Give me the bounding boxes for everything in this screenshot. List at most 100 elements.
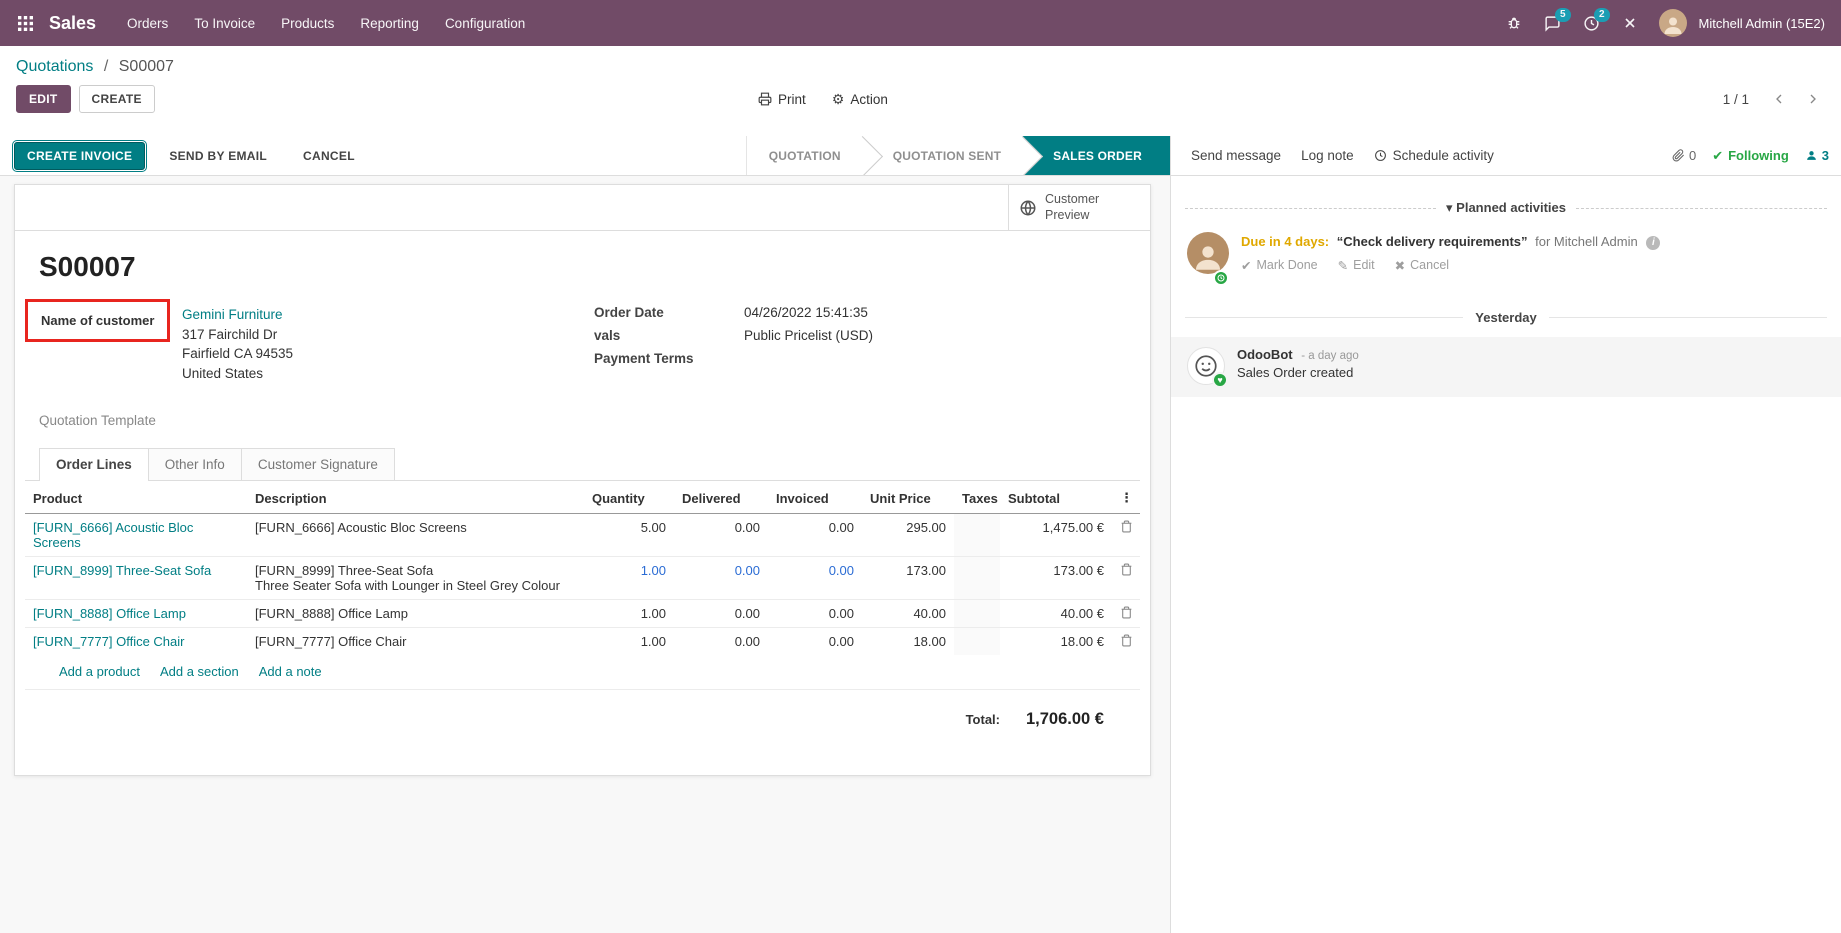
cancel-order-button[interactable]: CANCEL bbox=[291, 143, 367, 169]
status-row: CREATE INVOICE SEND BY EMAIL CANCEL QUOT… bbox=[0, 136, 1841, 176]
menu-reporting[interactable]: Reporting bbox=[347, 3, 432, 44]
customer-link[interactable]: Gemini Furniture bbox=[182, 307, 283, 322]
col-delivered[interactable]: Delivered bbox=[674, 483, 768, 514]
state-quotation[interactable]: QUOTATION bbox=[747, 136, 863, 175]
delete-line-icon[interactable] bbox=[1112, 557, 1140, 600]
menu-to-invoice[interactable]: To Invoice bbox=[181, 3, 268, 44]
action-button[interactable]: ⚙ Action bbox=[832, 91, 888, 108]
create-button[interactable]: CREATE bbox=[79, 85, 155, 113]
delete-line-icon[interactable] bbox=[1112, 600, 1140, 628]
planned-activities-toggle[interactable]: ▾ Planned activities bbox=[1446, 200, 1566, 216]
col-invoiced[interactable]: Invoiced bbox=[768, 483, 862, 514]
heart-badge-icon: ♥ bbox=[1212, 372, 1228, 388]
tab-customer-signature[interactable]: Customer Signature bbox=[241, 448, 395, 480]
line-quantity: 1.00 bbox=[584, 557, 674, 600]
tab-order-lines[interactable]: Order Lines bbox=[39, 448, 149, 480]
pricelist-value[interactable]: Public Pricelist (USD) bbox=[744, 328, 873, 343]
col-taxes[interactable]: Taxes bbox=[954, 483, 1000, 514]
tab-other-info[interactable]: Other Info bbox=[148, 448, 242, 480]
col-description[interactable]: Description bbox=[247, 483, 584, 514]
delete-line-icon[interactable] bbox=[1112, 514, 1140, 557]
add-section-link[interactable]: Add a section bbox=[160, 664, 239, 679]
bug-icon[interactable] bbox=[1497, 7, 1531, 39]
activities-badge: 2 bbox=[1594, 8, 1610, 22]
messages-icon[interactable]: 5 bbox=[1535, 7, 1570, 40]
line-subtotal: 173.00 € bbox=[1000, 557, 1112, 600]
globe-icon bbox=[1019, 199, 1037, 217]
check-icon: ✔ bbox=[1241, 258, 1251, 273]
state-sales-order[interactable]: SALES ORDER bbox=[1023, 136, 1170, 175]
print-button[interactable]: Print bbox=[758, 92, 806, 107]
chatter-topbar-right: 0 ✔ Following 3 bbox=[1672, 148, 1829, 164]
print-label: Print bbox=[778, 92, 806, 107]
edit-activity-button[interactable]: ✎Edit bbox=[1338, 258, 1375, 273]
state-quotation-sent[interactable]: QUOTATION SENT bbox=[863, 136, 1023, 175]
product-link[interactable]: [FURN_8999] Three-Seat Sofa bbox=[33, 563, 211, 578]
product-link[interactable]: [FURN_7777] Office Chair bbox=[33, 634, 185, 649]
date-divider-label: Yesterday bbox=[1475, 310, 1536, 325]
optional-columns-icon[interactable]: ⋮ bbox=[1112, 483, 1140, 514]
create-invoice-button[interactable]: CREATE INVOICE bbox=[14, 142, 145, 170]
delete-line-icon[interactable] bbox=[1112, 628, 1140, 656]
menu-configuration[interactable]: Configuration bbox=[432, 3, 538, 44]
cancel-activity-button[interactable]: ✖Cancel bbox=[1395, 258, 1449, 273]
navbar-right: 5 2 Mitchell Admin (15E2) bbox=[1497, 7, 1829, 40]
menu-orders[interactable]: Orders bbox=[114, 3, 181, 44]
col-quantity[interactable]: Quantity bbox=[584, 483, 674, 514]
pager: 1 / 1 bbox=[1723, 87, 1825, 111]
total-row: Total: 1,706.00 € bbox=[25, 690, 1140, 729]
product-link[interactable]: [FURN_6666] Acoustic Bloc Screens bbox=[33, 520, 193, 550]
main-area: Customer Preview S00007 Name of customer… bbox=[0, 176, 1841, 933]
followers-button[interactable]: 3 bbox=[1805, 148, 1829, 163]
log-note-button[interactable]: Log note bbox=[1293, 142, 1362, 169]
add-note-link[interactable]: Add a note bbox=[259, 664, 322, 679]
app-menus: Orders To Invoice Products Reporting Con… bbox=[114, 3, 538, 44]
send-by-email-button[interactable]: SEND BY EMAIL bbox=[157, 143, 279, 169]
pager-prev-icon[interactable] bbox=[1767, 87, 1791, 111]
col-unit-price[interactable]: Unit Price bbox=[862, 483, 954, 514]
add-product-link[interactable]: Add a product bbox=[59, 664, 140, 679]
table-row[interactable]: [FURN_8999] Three-Seat Sofa [FURN_8999] … bbox=[25, 557, 1140, 600]
breadcrumb-quotations-link[interactable]: Quotations bbox=[16, 58, 93, 75]
apps-grid-icon[interactable] bbox=[12, 10, 39, 37]
schedule-activity-button[interactable]: Schedule activity bbox=[1366, 142, 1502, 169]
menu-products[interactable]: Products bbox=[268, 3, 347, 44]
edit-button[interactable]: EDIT bbox=[16, 85, 71, 113]
user-avatar[interactable] bbox=[1659, 9, 1687, 37]
send-message-button[interactable]: Send message bbox=[1183, 142, 1289, 169]
line-invoiced: 0.00 bbox=[768, 600, 862, 628]
fields-column: Order Date 04/26/2022 15:41:35 vals Publ… bbox=[594, 305, 873, 374]
line-description: [FURN_7777] Office Chair bbox=[255, 634, 576, 649]
info-icon[interactable]: i bbox=[1646, 236, 1660, 250]
activity-type-badge-icon bbox=[1213, 270, 1229, 286]
user-name[interactable]: Mitchell Admin (15E2) bbox=[1699, 16, 1825, 31]
table-row[interactable]: [FURN_8888] Office Lamp [FURN_8888] Offi… bbox=[25, 600, 1140, 628]
pager-next-icon[interactable] bbox=[1801, 87, 1825, 111]
action-label: Action bbox=[850, 92, 888, 107]
customer-preview-button[interactable]: Customer Preview bbox=[1008, 185, 1150, 230]
table-row[interactable]: [FURN_6666] Acoustic Bloc Screens [FURN_… bbox=[25, 514, 1140, 557]
top-navbar: Sales Orders To Invoice Products Reporti… bbox=[0, 0, 1841, 46]
following-button[interactable]: ✔ Following bbox=[1712, 148, 1789, 164]
line-subtotal: 40.00 € bbox=[1000, 600, 1112, 628]
order-date-value[interactable]: 04/26/2022 15:41:35 bbox=[744, 305, 868, 320]
line-quantity: 1.00 bbox=[584, 600, 674, 628]
field-pricelist: vals Public Pricelist (USD) bbox=[594, 328, 873, 343]
message-author[interactable]: OdooBot bbox=[1237, 347, 1293, 362]
navbar-left: Sales Orders To Invoice Products Reporti… bbox=[12, 3, 538, 44]
close-icon[interactable] bbox=[1613, 7, 1647, 39]
col-subtotal[interactable]: Subtotal bbox=[1000, 483, 1112, 514]
product-link[interactable]: [FURN_8888] Office Lamp bbox=[33, 606, 186, 621]
edit-activity-label: Edit bbox=[1353, 258, 1375, 272]
activity-avatar[interactable] bbox=[1187, 232, 1229, 274]
quotation-template-field[interactable]: Quotation Template bbox=[39, 413, 1150, 428]
activities-icon[interactable]: 2 bbox=[1574, 7, 1609, 40]
col-product[interactable]: Product bbox=[25, 483, 247, 514]
app-name[interactable]: Sales bbox=[49, 13, 96, 34]
check-icon: ✔ bbox=[1712, 148, 1723, 164]
table-row[interactable]: [FURN_7777] Office Chair [FURN_7777] Off… bbox=[25, 628, 1140, 656]
cancel-activity-label: Cancel bbox=[1410, 258, 1449, 272]
mark-done-button[interactable]: ✔Mark Done bbox=[1241, 258, 1318, 273]
activity-line: Due in 4 days: “Check delivery requireme… bbox=[1241, 232, 1660, 252]
attachment-button[interactable]: 0 bbox=[1672, 148, 1696, 163]
